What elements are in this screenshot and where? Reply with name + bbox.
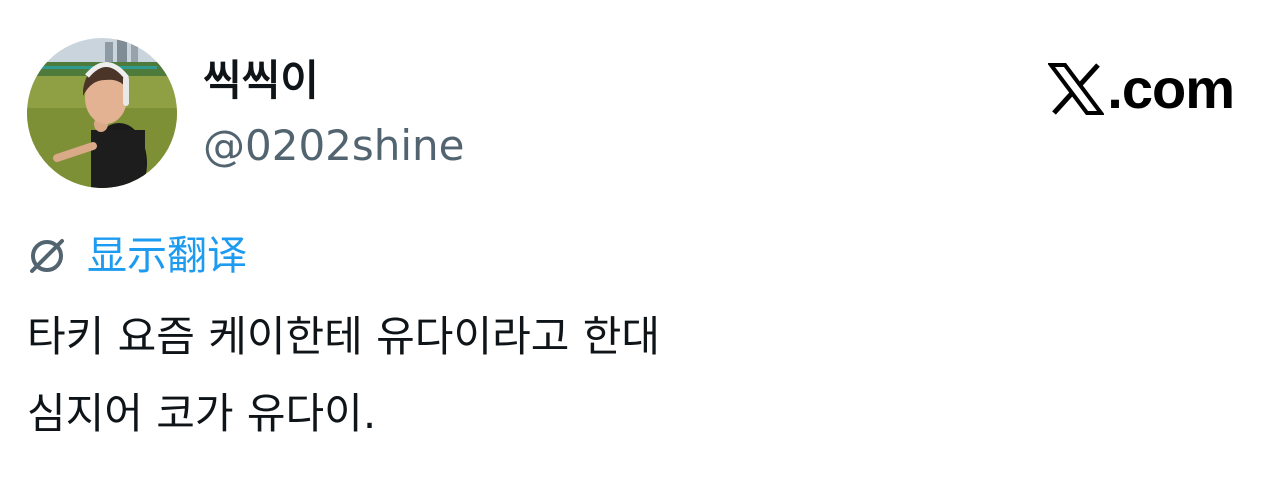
show-translation-button[interactable]: 显示翻译	[27, 228, 247, 284]
globe-icon	[30, 239, 64, 273]
author-handle[interactable]: @0202shine	[203, 118, 465, 174]
show-translation-label[interactable]: 显示翻译	[87, 228, 247, 284]
author-display-name[interactable]: 씩씩이	[203, 54, 319, 108]
brand-watermark: .com	[1048, 56, 1235, 122]
tweet-text-line: 심지어 코가 유다이.	[27, 389, 377, 438]
x-logo-icon	[1048, 63, 1105, 115]
tweet-text-line: 타키 요즘 케이한테 유다이라고 한대	[27, 312, 661, 361]
avatar[interactable]	[27, 38, 177, 188]
avatar-photo	[27, 38, 177, 188]
brand-domain: .com	[1107, 57, 1235, 120]
tweet-text: 타키 요즘 케이한테 유다이라고 한대 심지어 코가 유다이.	[27, 298, 660, 452]
